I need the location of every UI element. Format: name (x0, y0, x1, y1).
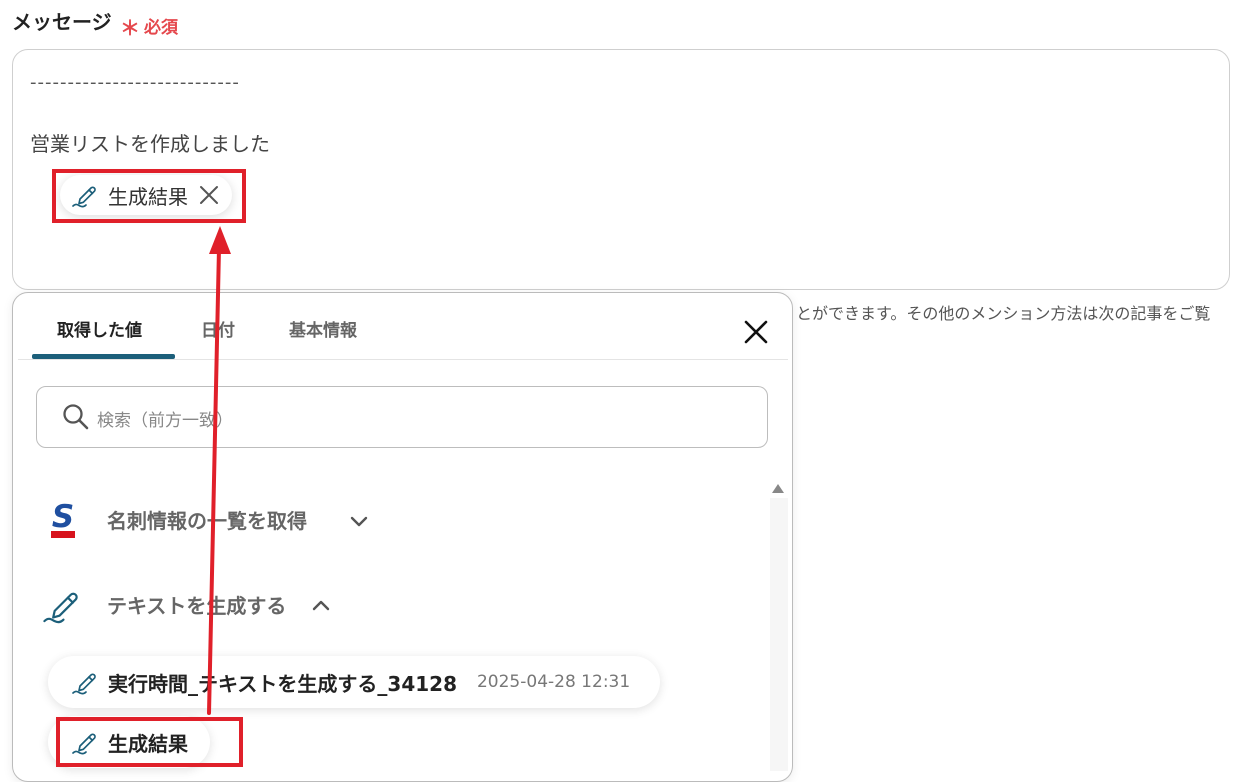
sansan-logo-icon: S (48, 500, 78, 542)
variable-picker-panel (12, 292, 793, 782)
message-text-line: 営業リストを作成しました (30, 132, 270, 156)
active-tab-indicator (32, 354, 175, 359)
highlight-box-chip (52, 169, 246, 223)
svg-text:S: S (52, 500, 74, 535)
required-star: ＊ (120, 16, 140, 40)
chevron-down-icon[interactable] (349, 511, 369, 531)
group-label-card-list[interactable]: 名刺情報の一覧を取得 (107, 505, 307, 534)
tab-divider (18, 359, 788, 360)
list-item-name: 実行時間_テキストを生成する_34128 (108, 671, 457, 696)
highlight-box-list-item (56, 717, 243, 767)
tab-acquired-values[interactable]: 取得した値 (57, 316, 142, 341)
required-text: 必須 (144, 18, 178, 38)
message-separator: ---------------------------- (30, 72, 240, 93)
close-icon[interactable] (742, 318, 770, 346)
search-icon (62, 403, 90, 431)
search-placeholder: 検索（前方一致） (97, 411, 233, 431)
tab-basic-info[interactable]: 基本情報 (289, 316, 357, 341)
field-label: メッセージ (12, 10, 112, 34)
scrollbar-track[interactable] (770, 498, 788, 771)
pen-icon (70, 667, 100, 697)
helper-text: とができます。その他のメンション方法は次の記事をご覧 (796, 304, 1211, 323)
list-item-exec-time[interactable]: 実行時間_テキストを生成する_34128 2025-04-28 12:31 (48, 656, 661, 708)
chevron-up-icon[interactable] (311, 596, 331, 616)
required-badge: ＊必須 (120, 10, 178, 40)
list-item-time: 2025-04-28 12:31 (476, 672, 631, 692)
pen-icon (40, 582, 84, 628)
scroll-up-arrow-icon[interactable] (772, 484, 784, 493)
tab-date[interactable]: 日付 (201, 316, 235, 341)
group-label-generate-text[interactable]: テキストを生成する (107, 590, 286, 619)
